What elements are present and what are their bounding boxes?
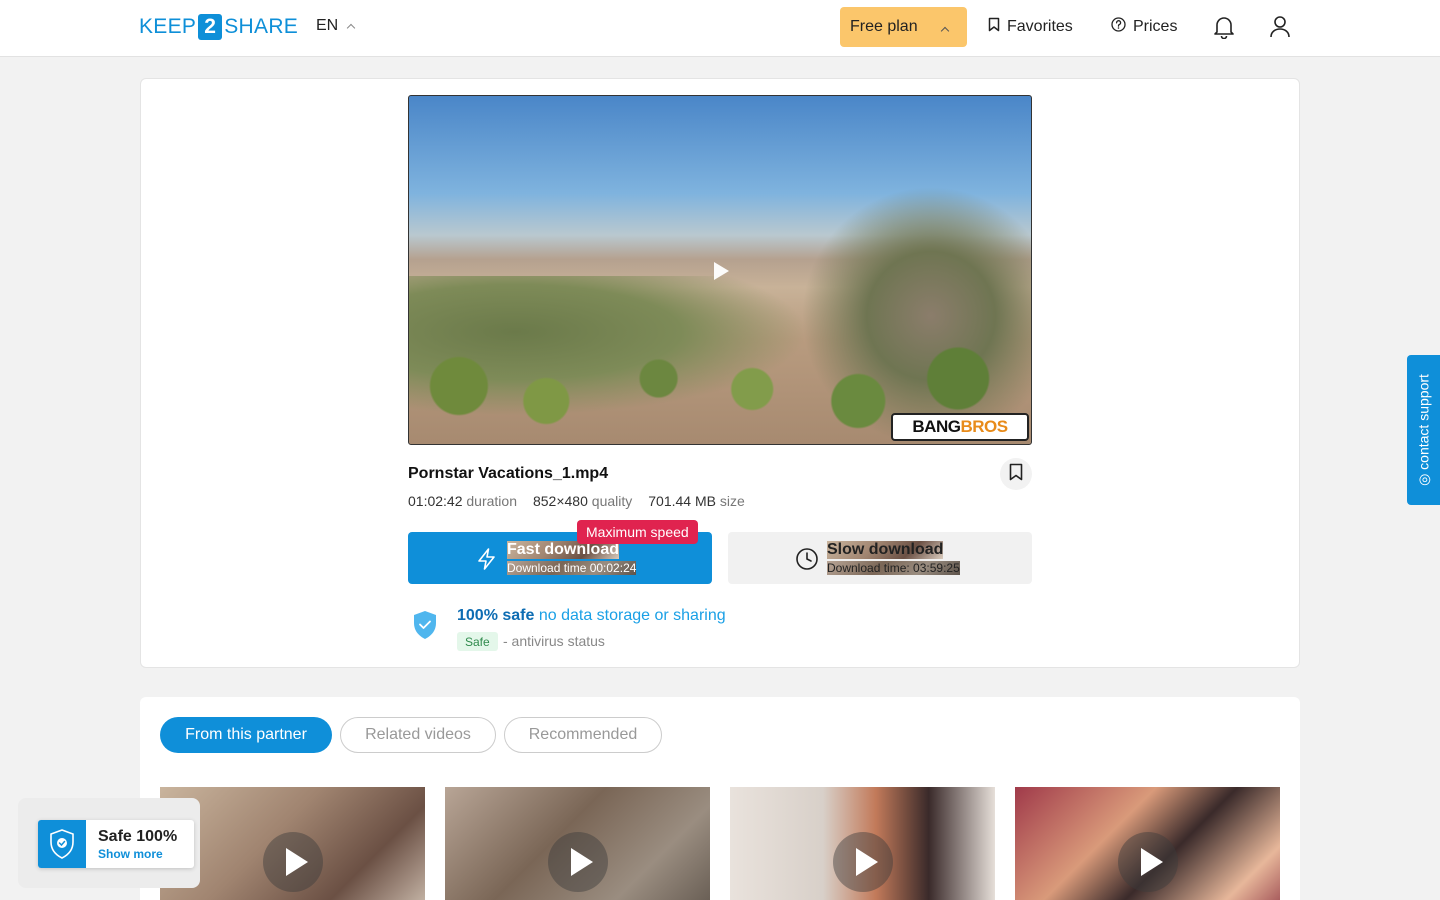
video-preview[interactable]: BANG BROS xyxy=(408,95,1032,445)
prices-link[interactable]: Prices xyxy=(1111,17,1177,37)
quality-label: quality xyxy=(591,493,633,509)
watermark-left: BANG xyxy=(912,417,961,436)
video-thumbnail[interactable] xyxy=(445,787,710,900)
antivirus-status-label: - antivirus status xyxy=(503,633,605,649)
safety-statement: 100% safe no data storage or sharing xyxy=(457,607,726,625)
tab-recommended[interactable]: Recommended xyxy=(504,717,662,753)
safety-bold: 100% safe xyxy=(457,607,535,624)
keep2share-logo[interactable]: KEEP 2 SHARE xyxy=(139,14,298,40)
favorites-label: Favorites xyxy=(1007,18,1073,35)
size-label: size xyxy=(719,493,745,509)
safety-normal: no data storage or sharing xyxy=(538,607,726,624)
add-favorite-button[interactable] xyxy=(1000,458,1032,490)
lightning-icon xyxy=(476,547,498,576)
maximum-speed-badge: Maximum speed xyxy=(577,520,698,544)
contact-support-label: ◎ contact support xyxy=(1415,374,1431,486)
question-circle-icon xyxy=(1111,17,1126,37)
size-value: 701.44 MB xyxy=(648,493,716,509)
slow-download-button[interactable]: Slow download Download time: 03:59:25 xyxy=(728,532,1032,584)
user-icon[interactable] xyxy=(1269,15,1291,44)
slow-download-time: Download time: 03:59:25 xyxy=(827,561,960,575)
play-icon[interactable] xyxy=(714,262,729,280)
watermark-right: BROS xyxy=(960,417,1008,436)
slow-download-title: Slow download xyxy=(827,541,944,559)
chevron-up-icon xyxy=(346,23,356,33)
quality-value: 852×480 xyxy=(532,493,588,509)
video-thumbnail[interactable] xyxy=(730,787,995,900)
tab-related-videos[interactable]: Related videos xyxy=(340,717,496,753)
language-label: EN xyxy=(316,17,339,34)
file-name: Pornstar Vacations_1.mp4 xyxy=(408,465,609,482)
free-plan-label: Free plan xyxy=(850,18,918,35)
chevron-up-icon xyxy=(940,26,950,36)
play-icon[interactable] xyxy=(833,832,893,892)
shield-check-icon xyxy=(38,820,86,868)
show-more-link[interactable]: Show more xyxy=(98,847,163,861)
bookmark-icon xyxy=(1009,463,1023,486)
duration-label: duration xyxy=(466,493,517,509)
shield-check-icon xyxy=(412,610,438,645)
top-header: KEEP 2 SHARE EN Free plan Favorites Pric… xyxy=(0,0,1440,57)
favorites-link[interactable]: Favorites xyxy=(988,17,1073,37)
play-icon[interactable] xyxy=(548,832,608,892)
video-thumbnail[interactable] xyxy=(1015,787,1280,900)
tab-from-this-partner[interactable]: From this partner xyxy=(160,717,332,753)
clock-icon xyxy=(795,547,819,576)
logo-share: SHARE xyxy=(224,15,299,38)
free-plan-button[interactable]: Free plan xyxy=(840,7,967,47)
bell-icon[interactable] xyxy=(1213,15,1235,44)
meta-quality: 852×480 quality xyxy=(533,493,632,509)
safe-widget-title: Safe 100% xyxy=(98,828,178,845)
prices-label: Prices xyxy=(1133,18,1178,35)
duration-value: 01:02:42 xyxy=(408,493,463,509)
video-watermark-logo: BANG BROS xyxy=(891,413,1029,441)
bookmark-icon xyxy=(988,17,1000,37)
safe-status-badge: Safe xyxy=(457,632,498,651)
logo-2: 2 xyxy=(198,14,223,40)
language-selector[interactable]: EN xyxy=(316,17,356,35)
file-meta: 01:02:42 duration 852×480 quality 701.44… xyxy=(408,493,745,509)
meta-size: 701.44 MB size xyxy=(648,493,745,509)
fast-download-time: Download time 00:02:24 xyxy=(507,561,637,575)
contact-support-button[interactable]: ◎ contact support xyxy=(1407,355,1440,505)
play-icon[interactable] xyxy=(263,832,323,892)
safe-widget[interactable]: Safe 100% Show more xyxy=(38,820,194,868)
logo-keep: KEEP xyxy=(139,15,197,38)
play-icon[interactable] xyxy=(1118,832,1178,892)
meta-duration: 01:02:42 duration xyxy=(408,493,517,509)
